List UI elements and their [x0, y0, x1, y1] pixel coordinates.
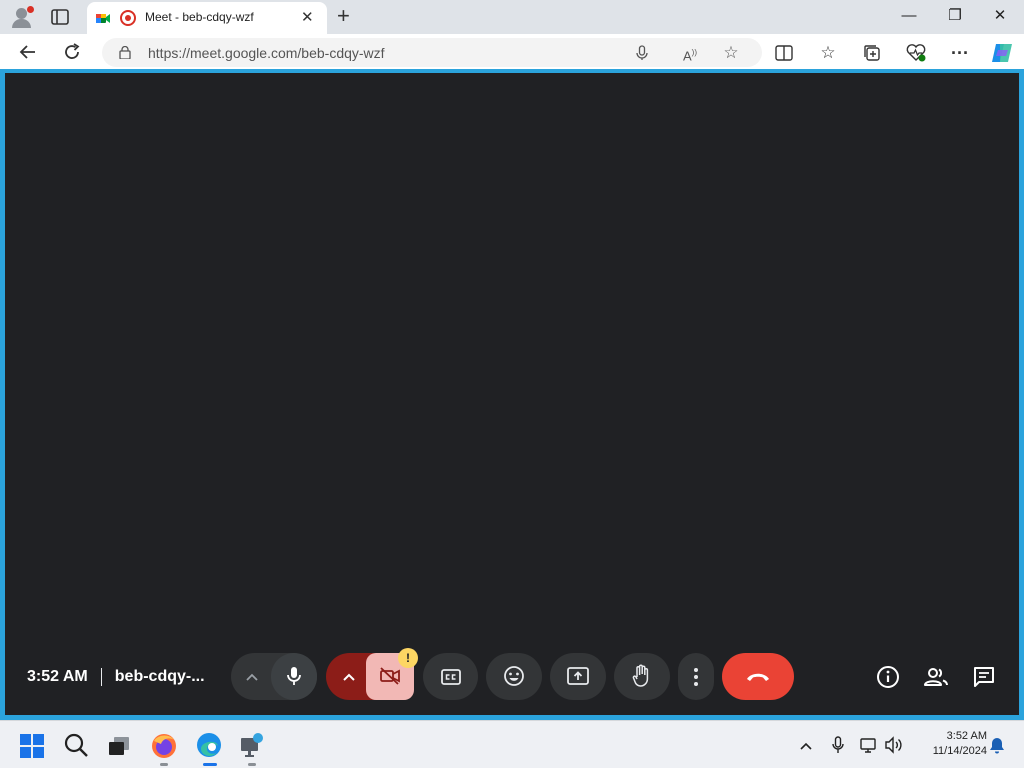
show-hidden-icons-icon[interactable]	[796, 735, 816, 755]
divider	[100, 668, 102, 686]
remote-desktop-icon[interactable]	[238, 731, 266, 759]
windows-taskbar: 3:52 AM 11/14/2024	[0, 720, 1024, 768]
tab-meet[interactable]: Meet - beb-cdqy-wzf ✕	[87, 2, 327, 34]
favorites-icon[interactable]: ☆	[817, 42, 839, 64]
tab-close-button[interactable]: ✕	[301, 9, 314, 27]
more-vert-icon	[694, 668, 698, 686]
browser-essentials-icon[interactable]	[905, 42, 927, 64]
raise-hand-icon	[632, 664, 649, 687]
taskbar-clock[interactable]: 3:52 AM 11/14/2024	[915, 729, 987, 759]
volume-icon[interactable]	[884, 735, 904, 755]
camera-warning-badge[interactable]: !	[398, 648, 418, 668]
end-call-icon	[747, 673, 769, 681]
microphone-icon	[287, 667, 301, 685]
google-meet-favicon	[95, 10, 111, 26]
raise-hand-button[interactable]	[614, 653, 670, 700]
tab-title: Meet - beb-cdqy-wzf	[145, 10, 254, 24]
notifications-bell-icon[interactable]	[987, 735, 1007, 755]
meeting-code[interactable]: beb-cdqy-...	[115, 668, 205, 686]
microphone-button[interactable]	[271, 653, 317, 700]
url-text[interactable]: https://meet.google.com/beb-cdqy-wzf	[148, 45, 385, 61]
chevron-up-icon	[343, 673, 355, 681]
meeting-info: 3:52 AM beb-cdqy-...	[27, 665, 205, 689]
chat-button[interactable]	[972, 665, 996, 689]
firefox-icon[interactable]	[150, 732, 178, 760]
minimize-button[interactable]: —	[894, 6, 924, 26]
collections-icon[interactable]	[861, 42, 883, 64]
meet-stage: 3:52 AM beb-cdqy-... !	[5, 73, 1019, 715]
more-options-button[interactable]	[678, 653, 714, 700]
favorite-star-icon[interactable]: ☆	[721, 43, 741, 63]
microphone-icon[interactable]	[632, 43, 652, 63]
info-icon	[877, 666, 899, 688]
present-screen-icon	[567, 667, 589, 685]
recording-icon	[120, 10, 136, 26]
more-icon[interactable]: ···	[949, 42, 971, 64]
chevron-up-icon	[246, 673, 258, 681]
taskbar-time: 3:52 AM	[946, 730, 987, 742]
meeting-time: 3:52 AM	[27, 668, 88, 685]
network-icon[interactable]	[859, 735, 879, 755]
lock-icon[interactable]	[119, 45, 131, 60]
address-bar[interactable]: https://meet.google.com/beb-cdqy-wzf A))…	[102, 38, 762, 67]
running-indicator	[248, 763, 256, 766]
copilot-icon[interactable]	[990, 42, 1012, 64]
camera-off-icon	[380, 667, 400, 685]
audio-options-button[interactable]	[231, 653, 269, 700]
search-icon[interactable]	[63, 732, 91, 760]
new-tab-button[interactable]: +	[337, 4, 350, 28]
chat-icon	[974, 667, 994, 687]
close-window-button[interactable]: ✕	[985, 6, 1015, 26]
emoji-icon	[504, 666, 524, 686]
refresh-icon[interactable]	[60, 40, 84, 64]
people-button[interactable]	[923, 665, 949, 689]
people-icon	[924, 668, 948, 686]
edge-icon[interactable]	[195, 731, 223, 759]
running-indicator	[160, 763, 168, 766]
video-options-button[interactable]	[326, 653, 368, 700]
taskbar-date: 11/14/2024	[932, 745, 987, 757]
restore-button[interactable]: ❐	[940, 6, 970, 26]
profile-icon[interactable]	[9, 5, 35, 29]
captions-button[interactable]	[423, 653, 478, 700]
browser-tab-bar: Meet - beb-cdqy-wzf ✕ + — ❐ ✕	[0, 0, 1024, 34]
split-screen-icon[interactable]	[773, 42, 795, 64]
task-view-icon[interactable]	[106, 733, 134, 761]
present-screen-button[interactable]	[550, 653, 606, 700]
reactions-button[interactable]	[486, 653, 542, 700]
read-aloud-icon[interactable]: A))	[680, 43, 700, 63]
page-viewport: 3:52 AM beb-cdqy-... !	[0, 69, 1024, 720]
closed-captions-icon	[441, 669, 461, 685]
microphone-in-use-icon[interactable]	[828, 735, 848, 755]
leave-call-button[interactable]	[722, 653, 794, 700]
back-icon[interactable]	[16, 40, 40, 64]
active-indicator	[203, 763, 217, 766]
meeting-details-button[interactable]	[876, 665, 900, 689]
audio-control-group	[231, 653, 317, 700]
browser-toolbar: https://meet.google.com/beb-cdqy-wzf A))…	[0, 34, 1024, 70]
start-icon[interactable]	[19, 733, 47, 761]
tab-actions-icon[interactable]	[50, 8, 70, 26]
